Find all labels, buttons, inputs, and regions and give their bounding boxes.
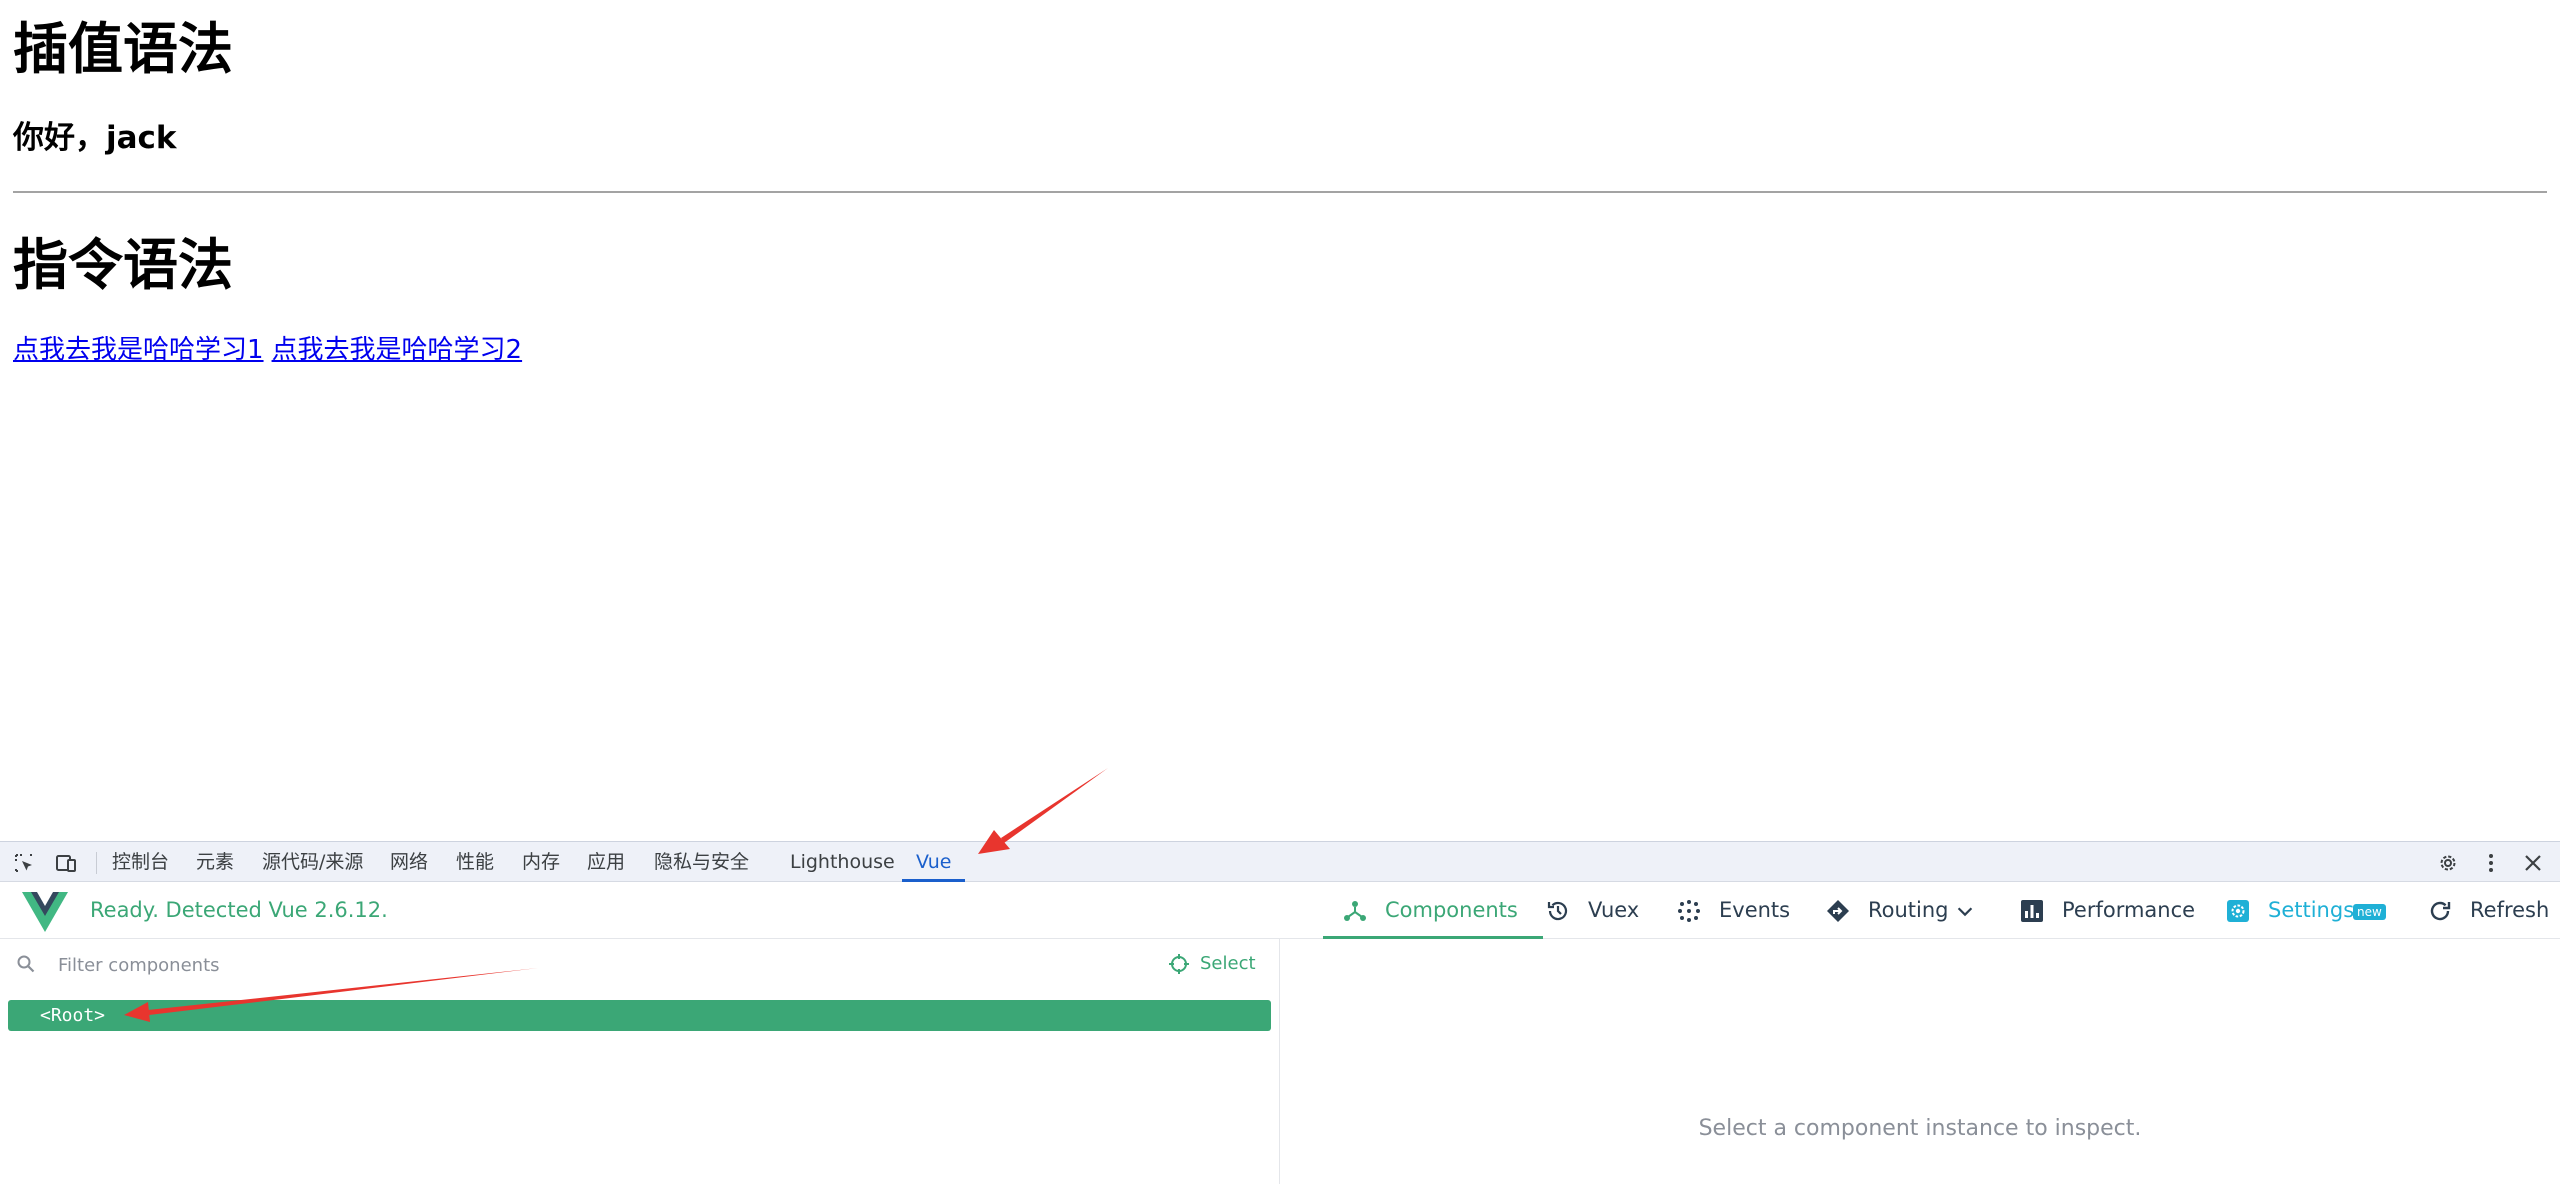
nav-performance-label: Performance [2062,898,2196,922]
tab-performance[interactable]: 性能 [456,842,494,882]
tab-lighthouse[interactable]: Lighthouse [790,842,895,882]
refresh-button[interactable]: Refresh [2428,882,2550,939]
divider [13,191,2547,193]
refresh-icon [2430,901,2451,921]
tab-sources[interactable]: 源代码/来源 [262,842,363,882]
nav-routing-label: Routing [1868,898,1949,922]
vue-devtools-header: Ready. Detected Vue 2.6.12. Components V… [0,882,2560,939]
new-badge: new [2353,904,2386,920]
settings-icon [2227,900,2249,922]
nav-events-label: Events [1719,898,1791,922]
vue-status-text: Ready. Detected Vue 2.6.12. [90,898,388,922]
tab-application[interactable]: 应用 [587,842,625,882]
bar-chart-icon [2021,900,2043,922]
tab-elements[interactable]: 元素 [196,842,234,882]
gear-icon[interactable] [2437,852,2459,874]
link-study-2[interactable]: 点我去我是哈哈学习2 [272,335,523,365]
inspect-placeholder-text: Select a component instance to inspect. [1698,1116,2142,1141]
components-pane: Select <Root> [0,939,1280,1184]
nav-vuex[interactable]: Vuex [1546,882,1646,939]
heading-interpolation: 插值语法 [13,17,234,81]
tab-separator [96,852,97,874]
nav-components-label: Components [1385,898,1518,922]
tab-network[interactable]: 网络 [390,842,428,882]
close-icon[interactable] [2522,852,2544,874]
crosshair-icon [1169,954,1189,974]
tab-privacy-security[interactable]: 隐私与安全 [654,842,749,882]
search-icon [17,955,35,973]
tab-console[interactable]: 控制台 [112,842,169,882]
tab-memory[interactable]: 内存 [522,842,560,882]
components-tree-icon [1344,901,1366,921]
nav-components[interactable]: Components [1323,882,1543,939]
root-component-label: <Root> [40,1005,106,1026]
greeting-text: 你好，jack [13,120,177,156]
nav-performance[interactable]: Performance [2020,882,2195,939]
nav-vuex-label: Vuex [1588,898,1640,922]
tab-vue[interactable]: Vue [901,842,967,882]
nav-settings-label: Settings [2268,898,2355,922]
inspect-element-icon[interactable] [13,852,35,874]
history-icon [1547,901,1568,921]
nav-events[interactable]: Events [1677,882,1797,939]
inspector-pane: Select a component instance to inspect. [1280,939,2560,1184]
link-study-1[interactable]: 点我去我是哈哈学习1 [13,335,264,365]
routing-icon [1827,900,1849,922]
refresh-label: Refresh [2470,898,2550,922]
heading-directive: 指令语法 [13,233,234,297]
filter-components-input[interactable] [56,949,1060,981]
link-group: 点我去我是哈哈学习1 点我去我是哈哈学习2 [13,330,530,370]
events-icon [1678,900,1700,922]
vue-logo-icon [22,892,68,932]
filter-row: Select [0,939,1280,989]
select-label: Select [1200,953,1256,974]
device-toolbar-icon[interactable] [55,852,77,874]
nav-routing[interactable]: Routing [1826,882,1976,939]
chevron-down-icon [1957,907,1973,917]
nav-settings[interactable]: Settings new [2226,882,2386,939]
page-content: 插值语法 你好，jack 指令语法 点我去我是哈哈学习1 点我去我是哈哈学习2 [0,0,2560,840]
devtools-tab-bar: 控制台 元素 源代码/来源 网络 性能 内存 应用 隐私与安全 Lighthou… [0,841,2560,882]
more-vertical-icon[interactable] [2480,852,2502,874]
component-tree-root[interactable]: <Root> [8,1000,1271,1031]
